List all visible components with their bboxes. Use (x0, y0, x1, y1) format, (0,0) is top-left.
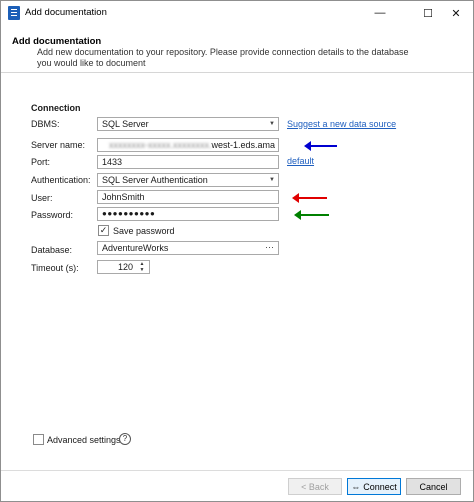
red-pointer-arrow-icon (292, 193, 327, 203)
timeout-stepper[interactable]: 120 ▲ ▼ (97, 260, 150, 274)
database-input[interactable]: AdventureWorks ··· (97, 241, 279, 255)
browse-database-button[interactable]: ··· (265, 242, 274, 253)
user-label: User: (31, 193, 53, 203)
suggest-data-source-link[interactable]: Suggest a new data source (287, 119, 396, 129)
server-name-label: Server name: (31, 140, 86, 150)
dialog-header: Add documentation Add new documentation … (1, 25, 473, 73)
authentication-select[interactable]: SQL Server Authentication ▼ (97, 173, 279, 187)
dialog-footer: < Back ⇔ Connect Cancel (1, 470, 473, 501)
save-password-checkbox[interactable]: ✓ (98, 225, 109, 236)
connection-section-title: Connection (31, 103, 81, 113)
timeout-label: Timeout (s): (31, 263, 79, 273)
database-value: AdventureWorks (102, 243, 169, 253)
connect-label: Connect (363, 481, 397, 492)
authentication-value: SQL Server Authentication (102, 175, 208, 185)
dropdown-arrow-icon: ▼ (269, 177, 275, 183)
password-label: Password: (31, 210, 74, 220)
server-name-redacted: xxxxxxxx-xxxxx.xxxxxxxx. (108, 140, 212, 150)
header-title: Add documentation (12, 36, 102, 47)
dropdown-arrow-icon: ▼ (269, 121, 275, 127)
password-value: ●●●●●●●●●● (102, 209, 156, 218)
spin-down-icon[interactable]: ▼ (137, 267, 147, 273)
dbms-value: SQL Server (102, 119, 149, 129)
server-name-value: west-1.eds.ama (211, 140, 275, 150)
connection-form: Connection DBMS: SQL Server ▼ Suggest a … (1, 74, 473, 470)
database-label: Database: (31, 245, 73, 255)
dbms-label: DBMS: (31, 119, 60, 129)
authentication-label: Authentication: (31, 175, 91, 185)
green-pointer-arrow-icon (294, 210, 329, 220)
port-label: Port: (31, 157, 51, 167)
dbms-select[interactable]: SQL Server ▼ (97, 117, 279, 131)
add-documentation-dialog: Add documentation — ☐ ✕ Add documentatio… (0, 0, 474, 502)
connect-button[interactable]: ⇔ Connect (347, 478, 401, 495)
timeout-value: 120 (117, 262, 133, 272)
connect-icon: ⇔ (351, 481, 361, 492)
header-description: Add new documentation to your repository… (37, 47, 409, 68)
minimize-button[interactable]: — (363, 1, 397, 25)
back-button[interactable]: < Back (288, 478, 342, 495)
spinner-buttons[interactable]: ▲ ▼ (137, 261, 147, 273)
advanced-settings-checkbox[interactable] (33, 434, 44, 445)
close-button[interactable]: ✕ (439, 1, 473, 25)
user-input[interactable]: JohnSmith (97, 190, 279, 204)
help-icon[interactable]: ? (119, 433, 131, 445)
window-title: Add documentation (25, 7, 107, 18)
app-document-icon (8, 6, 20, 20)
advanced-settings-label: Advanced settings (47, 435, 121, 445)
port-value: 1433 (102, 157, 123, 167)
title-bar: Add documentation — ☐ ✕ (1, 1, 473, 25)
save-password-label: Save password (113, 226, 175, 236)
user-value: JohnSmith (102, 192, 145, 202)
port-input[interactable]: 1433 (97, 155, 279, 169)
checkmark-icon: ✓ (99, 225, 108, 235)
cancel-button[interactable]: Cancel (406, 478, 461, 495)
port-default-link[interactable]: default (287, 156, 314, 166)
password-input[interactable]: ●●●●●●●●●● (97, 207, 279, 221)
blue-pointer-arrow-icon (304, 141, 337, 151)
server-name-input[interactable]: xxxxxxxx-xxxxx.xxxxxxxx.west-1.eds.ama (97, 138, 279, 152)
